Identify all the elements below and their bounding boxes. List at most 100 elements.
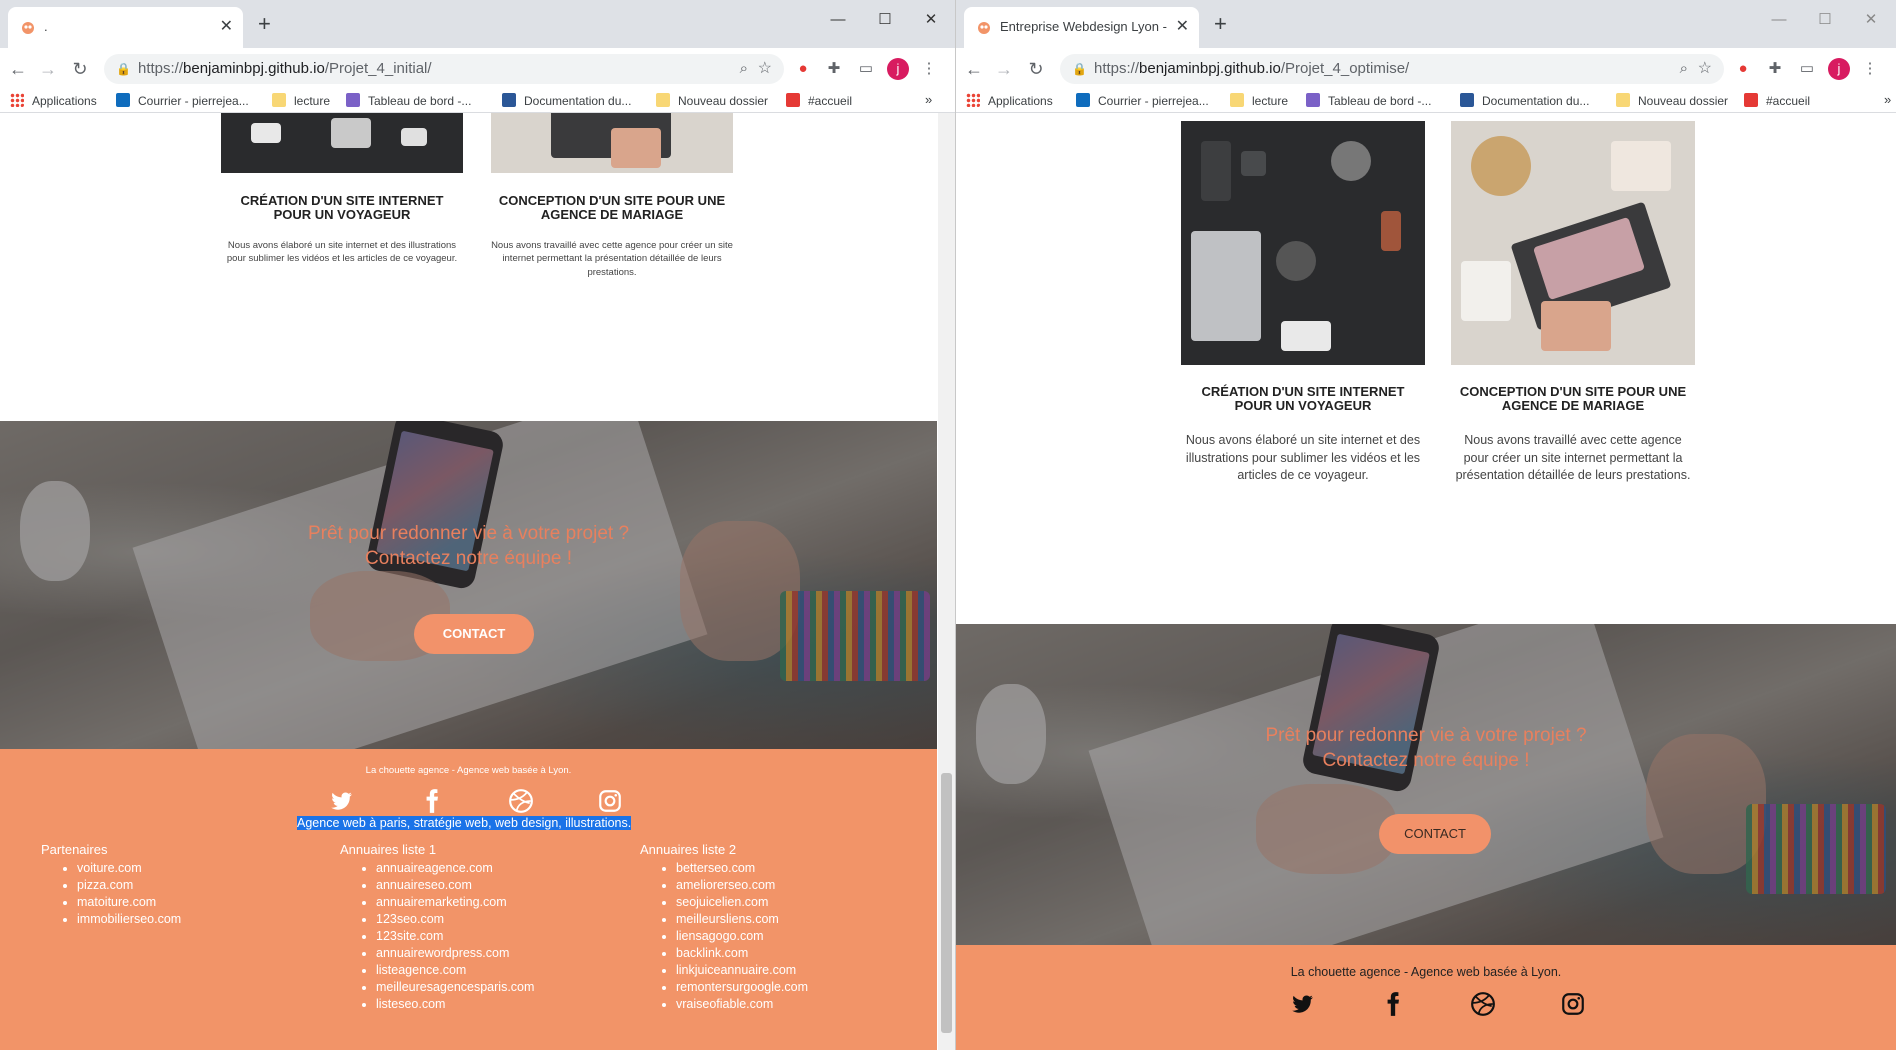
new-tab-button[interactable]: + [1214,13,1227,35]
scrollbar-thumb[interactable] [941,773,952,1033]
lock-icon: 🔒 [116,62,131,76]
bookmark-tableau[interactable]: Tableau de bord -... [346,92,471,110]
footer-column-title: Annuaires liste 1 [340,842,437,857]
bookmark-lecture[interactable]: lecture [1230,92,1288,110]
forward-icon[interactable]: → [992,57,1016,81]
footer-link[interactable]: backlink.com [676,945,808,962]
footer-link[interactable]: ameliorerseo.com [676,877,808,894]
contact-button[interactable]: CONTACT [1379,814,1491,854]
facebook-icon[interactable] [419,788,445,814]
footer-link[interactable]: linkjuiceannuaire.com [676,962,808,979]
cast-icon[interactable]: ▭ [855,58,877,80]
bookmark-documentation[interactable]: Documentation du... [502,92,631,110]
footer-link[interactable]: remontersurgoogle.com [676,979,808,996]
footer-link[interactable]: annuaireseo.com [376,877,534,894]
folder-icon [1230,93,1244,107]
bookmark-star-icon[interactable]: ☆ [758,54,772,84]
instagram-icon[interactable] [1560,991,1586,1017]
maximize-button[interactable]: ☐ [862,6,908,34]
footer-link[interactable]: immobilierseo.com [77,911,181,928]
address-bar[interactable]: 🔒 https://benjaminbpj.github.io/Projet_4… [1060,54,1724,84]
tab-title: . [44,19,48,34]
project-description: Nous avons travaillé avec cette agence p… [1455,433,1691,482]
bookmark-applications[interactable]: Applications [966,92,1053,110]
minimize-button[interactable]: — [815,6,861,34]
footer-link[interactable]: voiture.com [77,860,181,877]
bookmark-favicon-icon [1744,93,1758,107]
extensions-puzzle-icon[interactable]: ✚ [823,58,845,80]
footer-link[interactable]: vraiseofiable.com [676,996,808,1013]
reload-icon[interactable]: ↻ [68,57,92,81]
bookmarks-overflow-icon[interactable]: » [925,92,932,107]
footer-link-list: voiture.com pizza.com matoiture.com immo… [59,860,181,928]
twitter-icon[interactable] [1289,991,1315,1017]
profile-avatar[interactable]: j [887,58,909,80]
new-tab-button[interactable]: + [258,13,271,35]
bookmark-nouveau-dossier[interactable]: Nouveau dossier [1616,92,1728,110]
footer-link[interactable]: 123seo.com [376,911,534,928]
footer-link[interactable]: listeseo.com [376,996,534,1013]
footer-link[interactable]: annuairewordpress.com [376,945,534,962]
footer-link[interactable]: annuairemarketing.com [376,894,534,911]
zoom-icon[interactable]: ⌕ [1680,54,1688,84]
footer-link[interactable]: seojuicelien.com [676,894,808,911]
profile-avatar[interactable]: j [1828,58,1850,80]
footer-link[interactable]: listeagence.com [376,962,534,979]
maximize-button[interactable]: ☐ [1802,6,1848,34]
forward-icon[interactable]: → [36,57,60,81]
bookmark-star-icon[interactable]: ☆ [1698,54,1712,84]
outlook-icon [1076,93,1090,107]
back-icon[interactable]: ← [6,57,30,81]
twitter-icon[interactable] [328,788,354,814]
hero-headline: Prêt pour redonner vie à votre projet ? … [1265,725,1587,771]
back-icon[interactable]: ← [962,57,986,81]
menu-more-icon[interactable]: ⋮ [918,58,940,80]
instagram-icon[interactable] [597,788,623,814]
bookmark-accueil[interactable]: #accueil [1744,92,1810,110]
menu-more-icon[interactable]: ⋮ [1859,58,1881,80]
footer-link[interactable]: annuaireagence.com [376,860,534,877]
tab-close-icon[interactable]: ✕ [220,16,233,36]
bookmarks-overflow-icon[interactable]: » [1884,92,1891,107]
dribbble-icon[interactable] [1470,991,1496,1017]
cast-icon[interactable]: ▭ [1796,58,1818,80]
bookmark-documentation[interactable]: Documentation du... [1460,92,1589,110]
window-close-button[interactable]: ✕ [908,6,954,34]
footer-link[interactable]: matoiture.com [77,894,181,911]
owl-favicon-icon [978,22,990,34]
browser-tab[interactable]: . ✕ [8,7,243,48]
adblock-extension-icon[interactable]: ● [1732,58,1754,80]
bookmark-applications[interactable]: Applications [10,92,97,110]
zoom-icon[interactable]: ⌕ [740,54,748,84]
page-scrollbar[interactable] [938,113,955,1050]
adblock-extension-icon[interactable]: ● [792,58,814,80]
footer-link[interactable]: betterseo.com [676,860,808,877]
dribbble-icon[interactable] [508,788,534,814]
apps-grid-icon [966,93,980,107]
address-bar[interactable]: 🔒 https://benjaminbpj.github.io/Projet_4… [104,54,784,84]
tab-close-icon[interactable]: ✕ [1176,16,1189,36]
bookmark-accueil[interactable]: #accueil [786,92,852,110]
contact-button[interactable]: CONTACT [414,614,534,654]
bookmark-courrier[interactable]: Courrier - pierrejea... [1076,92,1209,110]
documentation-icon [502,93,516,107]
bookmark-lecture[interactable]: lecture [272,92,330,110]
browser-tab[interactable]: Entreprise Webdesign Lyon - La C ✕ [964,7,1199,48]
bookmark-nouveau-dossier[interactable]: Nouveau dossier [656,92,768,110]
footer-link[interactable]: meilleursliens.com [676,911,808,928]
footer-link[interactable]: meilleuresagencesparis.com [376,979,534,996]
dashboard-icon [346,93,360,107]
project-image-mariage [491,113,733,173]
minimize-button[interactable]: — [1756,6,1802,34]
footer-link-list: betterseo.com ameliorerseo.com seojuicel… [658,860,808,1013]
window-close-button[interactable]: ✕ [1848,6,1894,34]
project-title: CRÉATION D'UN SITE INTERNET POUR UN VOYA… [240,193,444,223]
bookmark-courrier[interactable]: Courrier - pierrejea... [116,92,249,110]
footer-link[interactable]: pizza.com [77,877,181,894]
extensions-puzzle-icon[interactable]: ✚ [1764,58,1786,80]
footer-link[interactable]: liensagogo.com [676,928,808,945]
reload-icon[interactable]: ↻ [1024,57,1048,81]
bookmark-tableau[interactable]: Tableau de bord -... [1306,92,1431,110]
facebook-icon[interactable] [1380,991,1406,1017]
footer-link[interactable]: 123site.com [376,928,534,945]
